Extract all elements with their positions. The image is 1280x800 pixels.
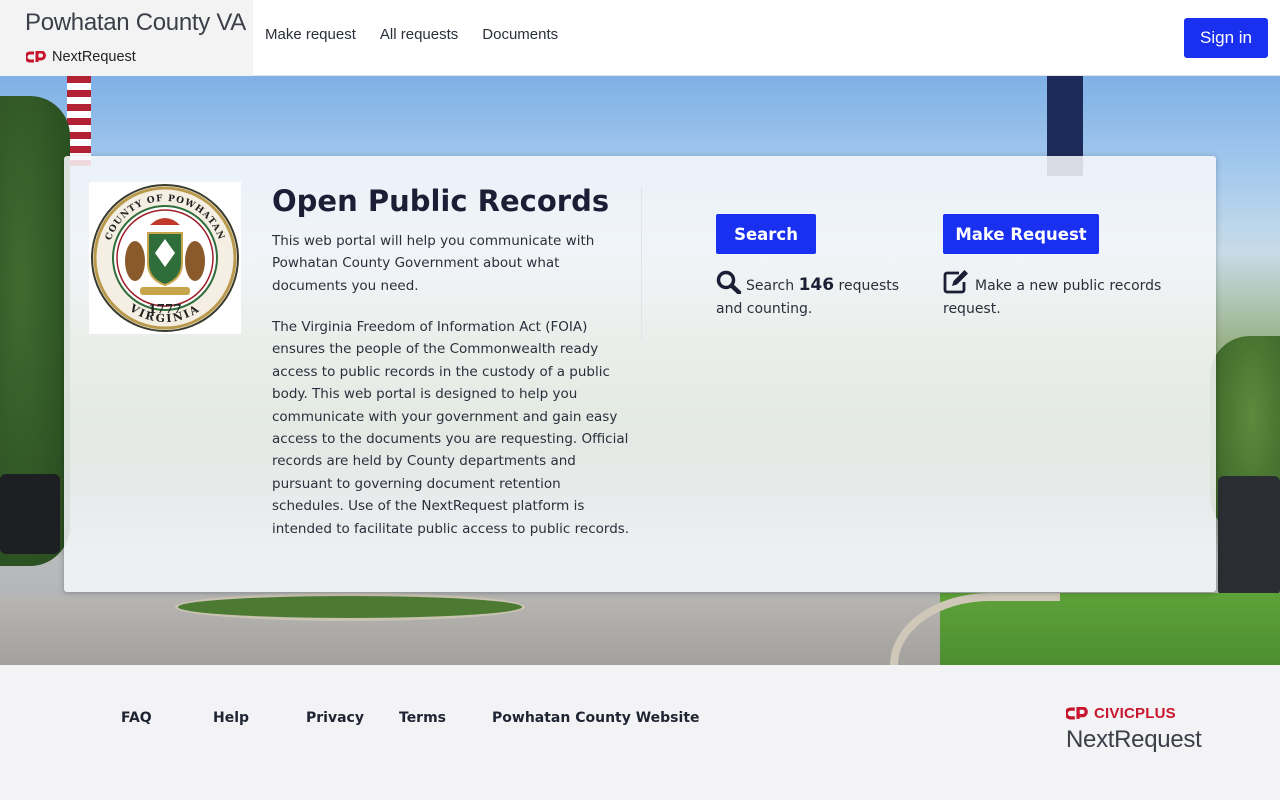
county-seal-icon: 1777 COUNTY OF POWHATAN VIRGINIA [91,184,239,332]
page-title: Open Public Records [272,184,610,218]
civicplus-logo-icon [26,51,46,63]
footer-link-faq[interactable]: FAQ [121,710,152,726]
footer-link-privacy[interactable]: Privacy [306,710,364,726]
footer-link-help[interactable]: Help [213,710,249,726]
make-request-button[interactable]: Make Request [943,214,1099,254]
nav-make-request[interactable]: Make request [265,26,356,43]
nav-documents[interactable]: Documents [482,26,558,43]
main-nav: Make request All requests Documents [265,26,558,43]
grass-island [175,593,525,621]
make-request-text: Make a new public records request. [943,278,1162,317]
us-flag [67,76,91,166]
edit-icon [943,270,968,294]
footer-product-name: NextRequest [1066,726,1202,753]
search-description: Search 146 requests and counting. [716,270,916,321]
make-request-description: Make a new public records request. [943,270,1183,321]
civicplus-logo-icon [1066,707,1088,720]
parked-car-left [0,474,60,554]
org-name: Powhatan County VA [25,9,246,36]
civicplus-brand[interactable]: CIVICPLUS NextRequest [1066,705,1202,754]
sign-in-button[interactable]: Sign in [1184,18,1268,58]
search-text-before: Search [746,278,795,294]
parked-car-right [1218,476,1280,596]
product-logo: NextRequest [26,49,136,65]
request-count: 146 [798,275,835,295]
county-seal: 1777 COUNTY OF POWHATAN VIRGINIA [89,182,241,334]
nav-all-requests[interactable]: All requests [380,26,458,43]
hero-card: 1777 COUNTY OF POWHATAN VIRGINIA Open Pu… [64,156,1216,592]
search-button[interactable]: Search [716,214,816,254]
brand-block[interactable]: Powhatan County VA NextRequest [0,0,253,76]
site-header: Powhatan County VA NextRequest Make requ… [0,0,1280,76]
civicplus-logo: CIVICPLUS [1066,705,1201,722]
divider [641,186,642,341]
footer-link-terms[interactable]: Terms [399,710,446,726]
search-icon [716,270,742,294]
intro-text: This web portal will help you communicat… [272,233,595,294]
product-name: NextRequest [52,49,136,65]
civicplus-label: CIVICPLUS [1094,705,1176,722]
foia-text: The Virginia Freedom of Information Act … [272,319,630,537]
site-footer: FAQ Help Privacy Terms Powhatan County W… [0,665,1280,800]
footer-link-county-website[interactable]: Powhatan County Website [492,710,700,726]
